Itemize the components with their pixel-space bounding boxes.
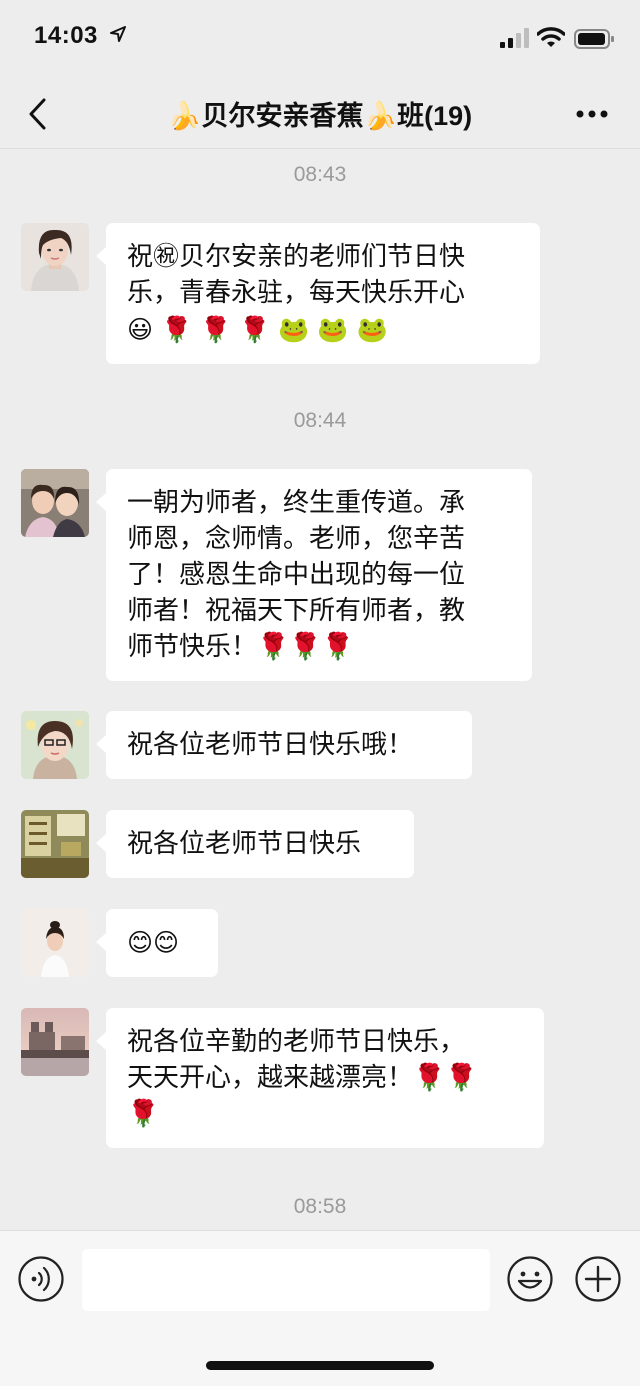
location-arrow-icon xyxy=(110,26,126,42)
message-bubble[interactable]: 祝各位老师节日快乐 xyxy=(96,810,414,878)
message-line: 乐，青春永驻，每天快乐开心 xyxy=(127,278,466,308)
message-bubble[interactable]: 祝㊗贝尔安亲的老师们节日快 乐，青春永驻，每天快乐开心 😃 🌹 🌹 🌹 🐸 🐸 … xyxy=(96,223,540,364)
message-line: 一朝为师者，终生重传道。承 xyxy=(127,488,466,518)
status-time: 14:03 xyxy=(34,22,98,49)
avatar[interactable] xyxy=(21,909,89,977)
avatar[interactable] xyxy=(21,1008,89,1076)
avatar[interactable] xyxy=(21,223,89,291)
back-chevron-icon[interactable] xyxy=(24,96,52,132)
status-bar: 14:03 xyxy=(0,0,640,80)
message-line: 🌹 xyxy=(127,1099,160,1129)
rose-emoji-icon: 🌹 xyxy=(200,315,232,344)
chat-title: 🍌贝尔安亲香蕉🍌班(19) xyxy=(167,101,473,131)
timestamp: 08:44 xyxy=(293,409,347,432)
message-line: 祝各位辛勤的老师节日快乐， xyxy=(127,1027,466,1057)
timestamp: 08:43 xyxy=(293,163,347,186)
frog-emoji-icon: 🐸 xyxy=(317,315,349,344)
message-line: 祝各位老师节日快乐 xyxy=(127,829,362,859)
nav-bar: 🍌贝尔安亲香蕉🍌班(19) xyxy=(0,80,640,149)
message-line: 祝㊗贝尔安亲的老师们节日快 xyxy=(127,242,466,272)
message-line: 祝各位老师节日快乐哦！ xyxy=(127,730,414,760)
home-indicator xyxy=(206,1361,434,1370)
message-bubble[interactable]: 祝各位辛勤的老师节日快乐， 天天开心，越来越漂亮！🌹🌹 🌹 xyxy=(96,1008,544,1148)
message-line: 师者！祝福天下所有师者，教 xyxy=(127,596,466,626)
message-line: 师恩，念师情。老师，您辛苦 xyxy=(127,524,466,554)
plus-icon[interactable] xyxy=(575,1256,621,1302)
timestamp: 08:58 xyxy=(293,1195,347,1218)
message-line: 了！感恩生命中出现的每一位 xyxy=(127,560,466,590)
chat-area[interactable]: 08:43 祝㊗贝尔安亲的老师们节日快 乐，青春永驻，每天快乐开心 😃 🌹 🌹 xyxy=(0,149,640,1229)
signal-icon xyxy=(500,28,529,48)
battery-icon xyxy=(574,29,614,49)
wifi-icon xyxy=(537,27,565,47)
avatar[interactable] xyxy=(21,810,89,878)
rose-emoji-icon: 🌹 xyxy=(239,315,271,344)
avatar[interactable] xyxy=(21,711,89,779)
rose-emoji-icon: 🌹 xyxy=(161,315,193,344)
voice-icon[interactable] xyxy=(18,1256,64,1302)
frog-emoji-icon: 🐸 xyxy=(356,315,388,344)
message-line: 天天开心，越来越漂亮！🌹🌹 xyxy=(127,1063,478,1093)
frog-emoji-icon: 🐸 xyxy=(278,315,310,344)
message-line: 师节快乐！🌹🌹🌹 xyxy=(127,632,355,662)
avatar[interactable] xyxy=(21,469,89,537)
smile-emoji-icon: 😊😊 xyxy=(127,928,180,957)
input-bar xyxy=(0,1230,640,1386)
message-bubble[interactable]: 😊😊 xyxy=(96,909,218,977)
message-input[interactable] xyxy=(82,1249,490,1311)
message-emoji-line: 😃 🌹 🌹 🌹 🐸 🐸 🐸 xyxy=(127,311,519,348)
message-bubble[interactable]: 一朝为师者，终生重传道。承 师恩，念师情。老师，您辛苦 了！感恩生命中出现的每一… xyxy=(96,469,532,681)
more-dots-icon[interactable] xyxy=(572,100,612,128)
message-bubble[interactable]: 祝各位老师节日快乐哦！ xyxy=(96,711,472,779)
emoji-icon[interactable] xyxy=(507,1256,553,1302)
grin-emoji-icon: 😃 xyxy=(127,315,154,344)
